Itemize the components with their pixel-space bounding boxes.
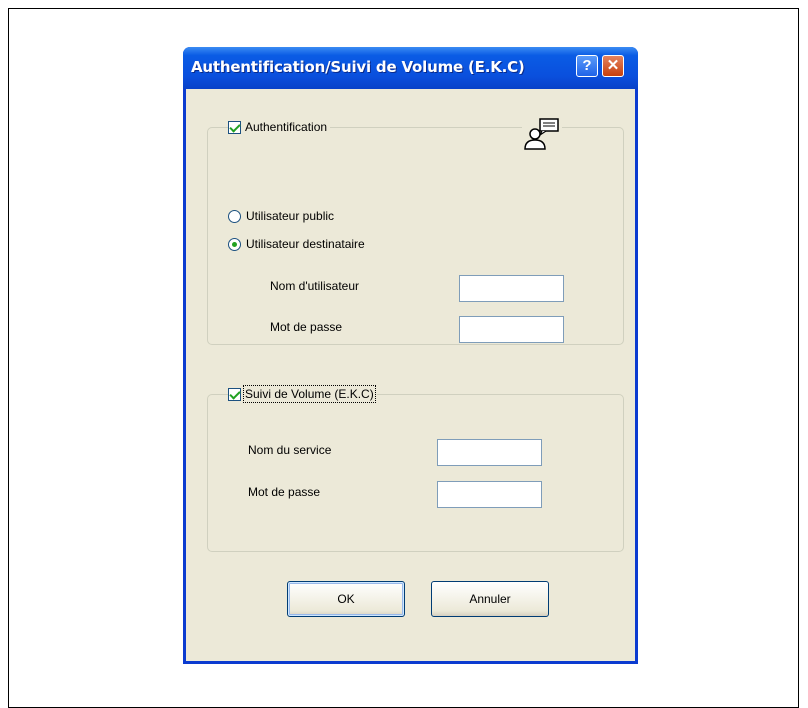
volume-password-input[interactable]	[437, 481, 542, 508]
radio-public-user[interactable]: Utilisateur public	[228, 209, 334, 223]
volume-tracking-checkbox-box[interactable]	[228, 387, 241, 401]
cancel-button[interactable]: Annuler	[431, 581, 549, 617]
volume-tracking-group	[207, 394, 624, 552]
radio-recipient-user[interactable]: Utilisateur destinataire	[228, 237, 365, 251]
service-name-input[interactable]	[437, 439, 542, 466]
volume-tracking-checkbox[interactable]: Suivi de Volume (E.K.C)	[228, 385, 377, 403]
radio-public-user-button[interactable]	[228, 209, 241, 223]
close-button[interactable]: ✕	[602, 55, 624, 77]
username-label: Nom d'utilisateur	[270, 279, 359, 293]
username-input[interactable]	[459, 275, 564, 302]
auth-volume-dialog: Authentification/Suivi de Volume (E.K.C)…	[183, 47, 638, 664]
ok-button[interactable]: OK	[287, 581, 405, 617]
help-button[interactable]: ?	[576, 55, 598, 77]
dialog-client-area: Authentification Utilisateur public Util…	[186, 89, 635, 661]
radio-public-user-label: Utilisateur public	[246, 209, 335, 223]
dialog-title: Authentification/Suivi de Volume (E.K.C)	[191, 58, 525, 76]
volume-tracking-checkbox-label: Suivi de Volume (E.K.C)	[243, 385, 376, 403]
authentication-group	[207, 127, 624, 345]
radio-recipient-user-label: Utilisateur destinataire	[246, 237, 365, 251]
auth-password-label: Mot de passe	[270, 320, 343, 334]
authentication-checkbox[interactable]: Authentification	[228, 119, 331, 135]
authentication-checkbox-box[interactable]	[228, 120, 241, 134]
user-account-icon	[522, 117, 562, 151]
auth-password-input[interactable]	[459, 316, 564, 343]
service-name-label: Nom du service	[248, 443, 332, 457]
authentication-checkbox-label: Authentification	[245, 120, 328, 134]
radio-recipient-user-button[interactable]	[228, 237, 241, 251]
title-bar[interactable]: Authentification/Suivi de Volume (E.K.C)…	[183, 47, 638, 89]
volume-password-label: Mot de passe	[248, 485, 321, 499]
